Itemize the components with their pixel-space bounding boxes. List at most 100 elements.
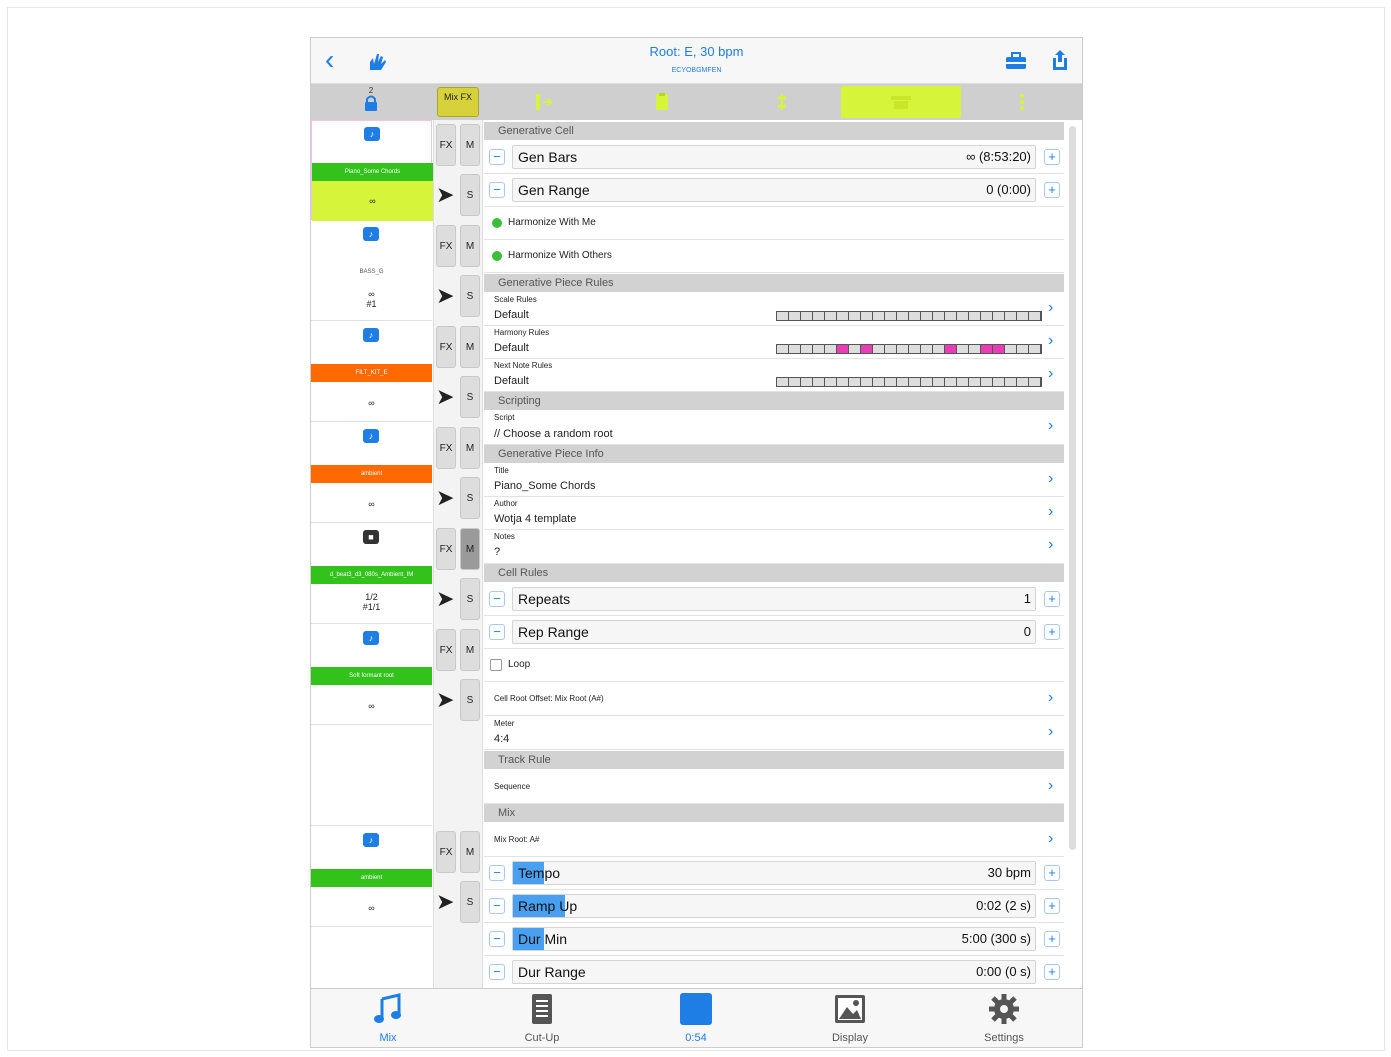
fx-button[interactable]: FX xyxy=(436,225,456,267)
share-icon[interactable] xyxy=(1051,49,1069,71)
chevron-right-icon[interactable]: › xyxy=(1048,299,1053,317)
solo-button[interactable]: S xyxy=(460,376,480,418)
minus-button[interactable]: − xyxy=(489,964,505,980)
plus-button[interactable]: + xyxy=(1044,591,1060,607)
solo-button[interactable]: S xyxy=(460,275,480,317)
chevron-right-icon[interactable]: › xyxy=(1048,830,1053,848)
sequence-row[interactable]: Sequence › xyxy=(484,770,1064,804)
fx-button[interactable]: FX xyxy=(436,124,456,166)
solo-button[interactable]: S xyxy=(460,679,480,721)
sliders-icon[interactable] xyxy=(771,92,793,112)
plus-button[interactable]: + xyxy=(1044,149,1060,165)
tab-settings[interactable]: Settings xyxy=(927,989,1081,1047)
mute-button[interactable]: M xyxy=(460,629,480,671)
clipboard-icon[interactable] xyxy=(651,92,673,112)
chevron-right-icon[interactable]: › xyxy=(1048,503,1053,521)
settings-scrollbar[interactable] xyxy=(1069,126,1076,850)
minus-button[interactable]: − xyxy=(489,624,505,640)
plus-button[interactable]: + xyxy=(1044,865,1060,881)
track-cell-4[interactable]: ♪ ambient ∞ xyxy=(311,423,432,523)
mute-button[interactable]: M xyxy=(460,326,480,368)
tab-display[interactable]: Display xyxy=(773,989,927,1047)
chevron-right-icon[interactable]: › xyxy=(1048,689,1053,707)
tab-cut-up[interactable]: Cut-Up xyxy=(465,989,619,1047)
mute-button[interactable]: M xyxy=(460,225,480,267)
scale-rules-row[interactable]: Scale Rules Default › xyxy=(484,293,1064,326)
plus-button[interactable]: + xyxy=(1044,964,1060,980)
play-arrow-icon[interactable]: ➤ xyxy=(436,182,454,208)
mute-button-active[interactable]: M xyxy=(460,528,480,570)
notes-row[interactable]: Notes ? › xyxy=(484,530,1064,564)
gen-range-field[interactable]: Gen Range 0 (0:00) xyxy=(512,178,1036,202)
chevron-right-icon[interactable]: › xyxy=(1048,332,1053,350)
fx-button[interactable]: FX xyxy=(436,831,456,873)
script-row[interactable]: Script // Choose a random root › xyxy=(484,411,1064,445)
plus-button[interactable]: + xyxy=(1044,898,1060,914)
harmonize-with-others-row[interactable]: Harmonize With Others xyxy=(484,240,1064,273)
next-note-rules-row[interactable]: Next Note Rules Default › xyxy=(484,359,1064,392)
play-arrow-icon[interactable]: ➤ xyxy=(436,485,454,511)
track-cell-7[interactable]: ♪ ambient ∞ xyxy=(311,827,432,927)
solo-button[interactable]: S xyxy=(460,174,480,216)
track-cell-6[interactable]: ♪ Soft formant root ∞ xyxy=(311,625,432,725)
mix-root-row[interactable]: Mix Root: A# › xyxy=(484,823,1064,857)
solo-button[interactable]: S xyxy=(460,881,480,923)
plus-button[interactable]: + xyxy=(1044,624,1060,640)
mix-fx-button[interactable]: Mix FX xyxy=(437,87,479,117)
chevron-right-icon[interactable]: › xyxy=(1048,723,1053,741)
dur-min-slider[interactable]: Dur Min 5:00 (300 s) xyxy=(512,927,1036,951)
mute-button[interactable]: M xyxy=(460,124,480,166)
more-vertical-icon[interactable] xyxy=(1011,92,1033,112)
dur-range-slider[interactable]: Dur Range 0:00 (0 s) xyxy=(512,960,1036,984)
title-row[interactable]: Title Piano_Some Chords › xyxy=(484,464,1064,497)
play-arrow-icon[interactable]: ➤ xyxy=(436,687,454,713)
minus-button[interactable]: − xyxy=(489,865,505,881)
play-arrow-icon[interactable]: ➤ xyxy=(436,283,454,309)
chevron-right-icon[interactable]: › xyxy=(1048,365,1053,383)
plus-button[interactable]: + xyxy=(1044,182,1060,198)
play-arrow-icon[interactable]: ➤ xyxy=(436,384,454,410)
track-cell-1[interactable]: ♪ Piano_Some Chords ∞ xyxy=(311,120,433,221)
fx-button[interactable]: FX xyxy=(436,427,456,469)
toolbox-icon[interactable] xyxy=(1005,52,1027,70)
loop-row[interactable]: Loop xyxy=(484,649,1064,682)
minus-button[interactable]: − xyxy=(489,149,505,165)
play-arrow-icon[interactable]: ➤ xyxy=(436,889,454,915)
minus-button[interactable]: − xyxy=(489,931,505,947)
chevron-right-icon[interactable]: › xyxy=(1048,417,1053,435)
track-cell-3[interactable]: ♪ FILT_KIT_E ∞ xyxy=(311,322,432,422)
fx-button[interactable]: FX xyxy=(436,528,456,570)
chevron-right-icon[interactable]: › xyxy=(1048,777,1053,795)
minus-button[interactable]: − xyxy=(489,591,505,607)
tab-mix[interactable]: Mix xyxy=(311,989,465,1047)
plus-button[interactable]: + xyxy=(1044,931,1060,947)
fx-button[interactable]: FX xyxy=(436,326,456,368)
solo-button[interactable]: S xyxy=(460,578,480,620)
fx-button[interactable]: FX xyxy=(436,629,456,671)
rep-range-field[interactable]: Rep Range 0 xyxy=(512,620,1036,644)
chevron-right-icon[interactable]: › xyxy=(1048,536,1053,554)
track-empty-slot[interactable] xyxy=(311,726,432,826)
minus-button[interactable]: − xyxy=(489,898,505,914)
track-cell-5[interactable]: ■ d_beat3_d3_080s_Ambient_IM 1/2 #1/1 xyxy=(311,524,432,624)
gen-bars-field[interactable]: Gen Bars ∞ (8:53:20) xyxy=(512,145,1036,169)
lock-control[interactable]: 2 xyxy=(359,86,383,113)
loop-checkbox[interactable] xyxy=(490,659,502,671)
mute-button[interactable]: M xyxy=(460,427,480,469)
minus-button[interactable]: − xyxy=(489,182,505,198)
ramp-up-slider[interactable]: Ramp Up 0:02 (2 s) xyxy=(512,894,1036,918)
tab-stop-timer[interactable]: 0:54 xyxy=(619,989,773,1047)
harmony-rules-row[interactable]: Harmony Rules Default › xyxy=(484,326,1064,359)
solo-button[interactable]: S xyxy=(460,477,480,519)
play-arrow-icon[interactable]: ➤ xyxy=(436,586,454,612)
author-row[interactable]: Author Wotja 4 template › xyxy=(484,497,1064,530)
tab-generator-selected[interactable] xyxy=(841,86,961,118)
chevron-right-icon[interactable]: › xyxy=(1048,470,1053,488)
meter-row[interactable]: Meter 4:4 › xyxy=(484,716,1064,750)
harmonize-with-me-row[interactable]: Harmonize With Me xyxy=(484,207,1064,240)
mute-button[interactable]: M xyxy=(460,831,480,873)
track-insert-icon[interactable] xyxy=(533,92,555,112)
repeats-field[interactable]: Repeats 1 xyxy=(512,587,1036,611)
track-cell-2[interactable]: ♪ BASS_G ∞ #1 xyxy=(311,221,432,321)
tempo-slider[interactable]: Tempo 30 bpm xyxy=(512,861,1036,885)
